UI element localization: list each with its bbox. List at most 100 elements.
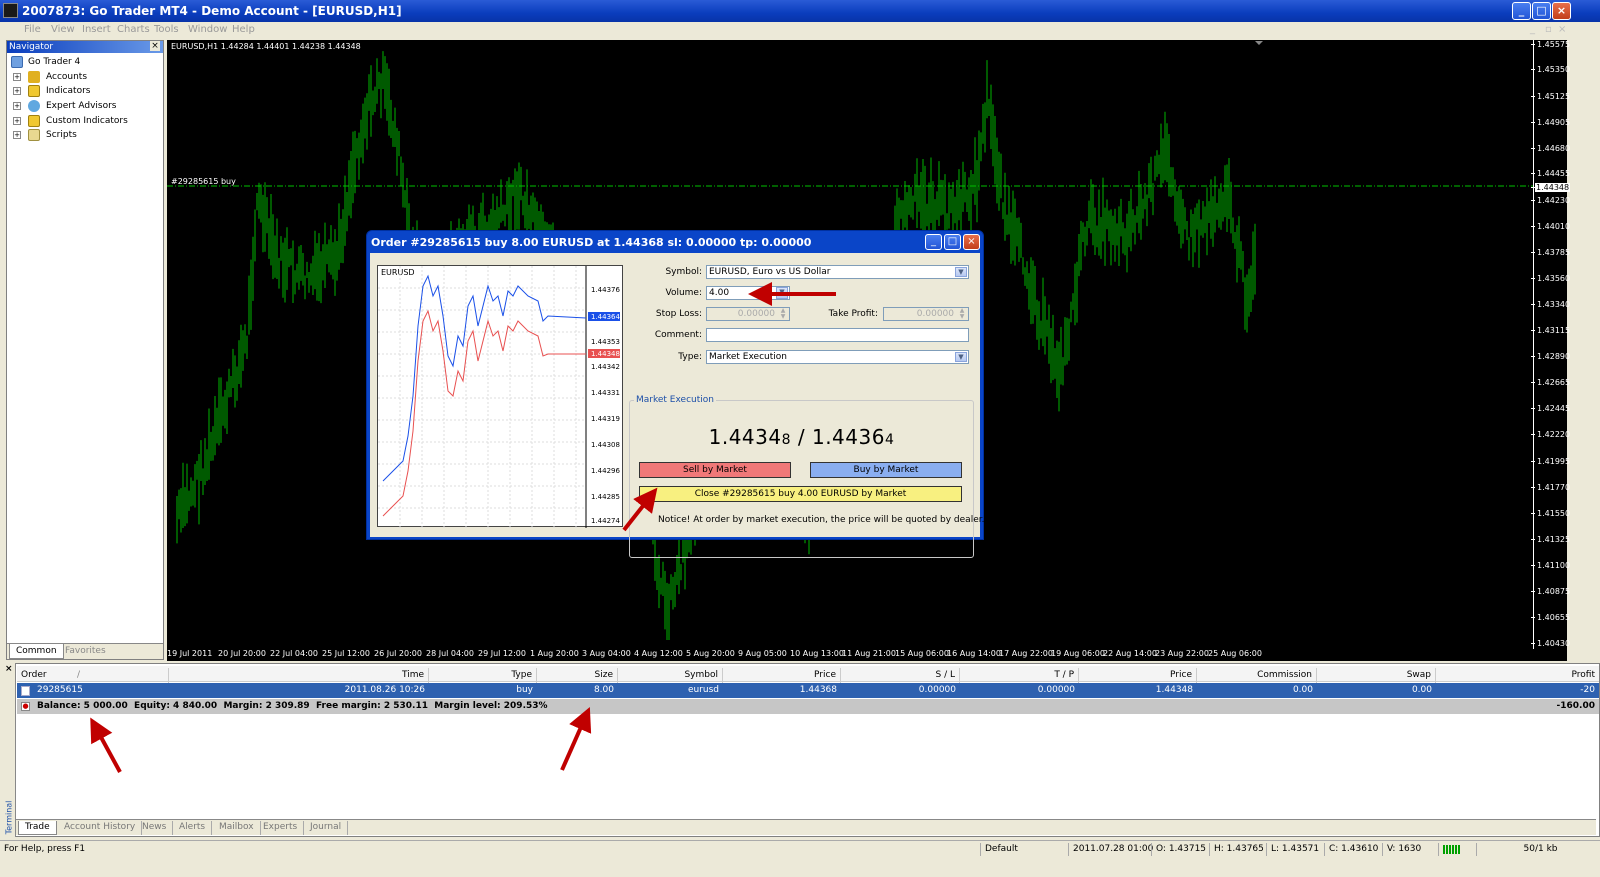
menu-window[interactable]: Window (188, 24, 227, 35)
volume-dropdown-icon[interactable]: ▼ (776, 287, 788, 299)
tab-journal[interactable]: Journal (304, 821, 349, 835)
type-select[interactable]: Market Execution ▼ (706, 350, 969, 364)
chevron-down-icon[interactable]: ▼ (955, 352, 967, 362)
cell-time: 2011.08.26 10:26 (344, 685, 425, 695)
tick-chart-price: 1.44348 (591, 350, 620, 358)
balance-row: ● Balance: 5 000.00 Equity: 4 840.00 Mar… (17, 699, 1599, 714)
symbol-select[interactable]: EURUSD, Euro vs US Dollar ▼ (706, 265, 969, 279)
tree-item-expert-advisors[interactable]: + Expert Advisors (13, 99, 163, 113)
tick-chart-price: 1.44376 (591, 286, 620, 294)
table-row[interactable]: 29285615 2011.08.26 10:26 buy 8.00 eurus… (17, 683, 1599, 698)
menu-charts[interactable]: Charts (117, 24, 150, 35)
menu-tools[interactable]: Tools (154, 24, 179, 35)
chart-shift-icon[interactable] (1255, 41, 1263, 45)
tab-experts[interactable]: Experts (257, 821, 305, 835)
indicators-icon (28, 85, 40, 97)
time-tick: 16 Aug 14:00 (947, 649, 1001, 658)
chevron-down-icon[interactable]: ▼ (955, 267, 967, 277)
tab-mailbox[interactable]: Mailbox (213, 821, 261, 835)
time-tick: 25 Aug 06:00 (1208, 649, 1262, 658)
menu-insert[interactable]: Insert (82, 24, 111, 35)
terminal-label: Terminal (4, 800, 14, 835)
time-tick: 11 Aug 21:00 (842, 649, 896, 658)
status-open: O: 1.43715 (1151, 843, 1209, 856)
tab-alerts[interactable]: Alerts (173, 821, 213, 835)
time-tick: 5 Aug 20:00 (686, 649, 735, 658)
time-tick: 10 Aug 13:00 (790, 649, 844, 658)
col-type[interactable]: Type (429, 668, 537, 684)
tree-item-label: Custom Indicators (46, 116, 128, 126)
price-tick: 1.41770 (1537, 483, 1571, 492)
price-tick-mark (1531, 226, 1535, 227)
col-symbol[interactable]: Symbol (618, 668, 723, 684)
col-time[interactable]: Time (169, 668, 429, 684)
minimize-button[interactable]: _ (1512, 2, 1531, 20)
buy-by-market-button[interactable]: Buy by Market (810, 462, 962, 478)
col-swap[interactable]: Swap (1317, 668, 1436, 684)
comment-input[interactable] (706, 328, 969, 342)
tab-common[interactable]: Common (9, 644, 64, 659)
tab-trade[interactable]: Trade (18, 821, 57, 835)
terminal-tabs: Trade Account History News Alerts Mailbo… (16, 819, 1596, 835)
col-current-price[interactable]: Price (1079, 668, 1197, 684)
dialog-maximize-button[interactable]: □ (944, 234, 961, 250)
maximize-button[interactable]: □ (1532, 2, 1551, 20)
col-tp[interactable]: T / P (960, 668, 1079, 684)
mdi-minimize-icon[interactable]: _ (1530, 24, 1535, 35)
take-profit-input[interactable]: 0.00000 ▲ ▼ (883, 307, 969, 321)
expand-icon[interactable]: + (13, 87, 21, 95)
sell-by-market-button[interactable]: Sell by Market (639, 462, 791, 478)
status-traffic: 50/1 kb (1476, 843, 1600, 856)
status-help: For Help, press F1 (4, 844, 86, 854)
close-order-button[interactable]: Close #29285615 buy 4.00 EURUSD by Marke… (639, 486, 962, 502)
col-price[interactable]: Price (723, 668, 841, 684)
expand-icon[interactable]: + (13, 117, 21, 125)
time-tick: 22 Jul 04:00 (270, 649, 318, 658)
tab-news[interactable]: News (136, 821, 174, 835)
col-sl[interactable]: S / L (841, 668, 960, 684)
expand-icon[interactable]: + (13, 131, 21, 139)
time-tick: 17 Aug 22:00 (999, 649, 1053, 658)
dialog-close-button[interactable]: × (963, 234, 980, 250)
stop-loss-input[interactable]: 0.00000 ▲ ▼ (706, 307, 790, 321)
col-order[interactable]: Order / (17, 668, 169, 684)
close-button[interactable]: × (1552, 2, 1571, 20)
menu-file[interactable]: File (24, 24, 41, 35)
tree-item-indicators[interactable]: + Indicators (13, 84, 163, 98)
price-tick: 1.41325 (1537, 535, 1571, 544)
tab-account-history[interactable]: Account History (58, 821, 143, 835)
expand-icon[interactable]: + (13, 102, 21, 110)
mdi-close-icon[interactable]: × (1558, 24, 1566, 35)
cell-profit: -20 (1580, 685, 1595, 695)
expand-icon[interactable]: + (13, 73, 21, 81)
volume-input[interactable]: 4.00 ▼ (706, 286, 790, 300)
navigator-close-icon[interactable]: × (150, 41, 160, 51)
price-tick-mark (1531, 461, 1535, 462)
stop-loss-value: 0.00000 (737, 309, 775, 319)
menu-help[interactable]: Help (232, 24, 255, 35)
price-tick-mark (1531, 69, 1535, 70)
col-profit[interactable]: Profit (1436, 668, 1599, 684)
mdi-restore-icon[interactable]: ▫ (1545, 24, 1552, 35)
tree-item-accounts[interactable]: + Accounts (13, 70, 163, 84)
tree-item-scripts[interactable]: + Scripts (13, 128, 163, 142)
col-order-label: Order (21, 670, 47, 680)
price-tick-mark (1531, 356, 1535, 357)
connection-bars-icon (1443, 845, 1461, 854)
type-value: Market Execution (709, 352, 787, 362)
computer-icon (11, 56, 23, 68)
stop-loss-spinner-icon[interactable]: ▲ ▼ (778, 308, 788, 320)
price-tick-mark (1531, 304, 1535, 305)
menu-view[interactable]: View (51, 24, 75, 35)
time-axis: 19 Jul 2011 20 Jul 20:00 22 Jul 04:00 25 Ju… (167, 649, 1567, 661)
dialog-minimize-button[interactable]: _ (925, 234, 942, 250)
col-commission[interactable]: Commission (1197, 668, 1317, 684)
price-tick-mark (1531, 187, 1535, 188)
tab-favorites[interactable]: Favorites (59, 644, 112, 659)
terminal-close-icon[interactable]: × (5, 664, 13, 674)
col-size[interactable]: Size (537, 668, 618, 684)
tree-item-custom-indicators[interactable]: + Custom Indicators (13, 114, 163, 128)
time-tick: 9 Aug 05:00 (738, 649, 787, 658)
take-profit-spinner-icon[interactable]: ▲ ▼ (957, 308, 967, 320)
accounts-icon (28, 71, 40, 83)
